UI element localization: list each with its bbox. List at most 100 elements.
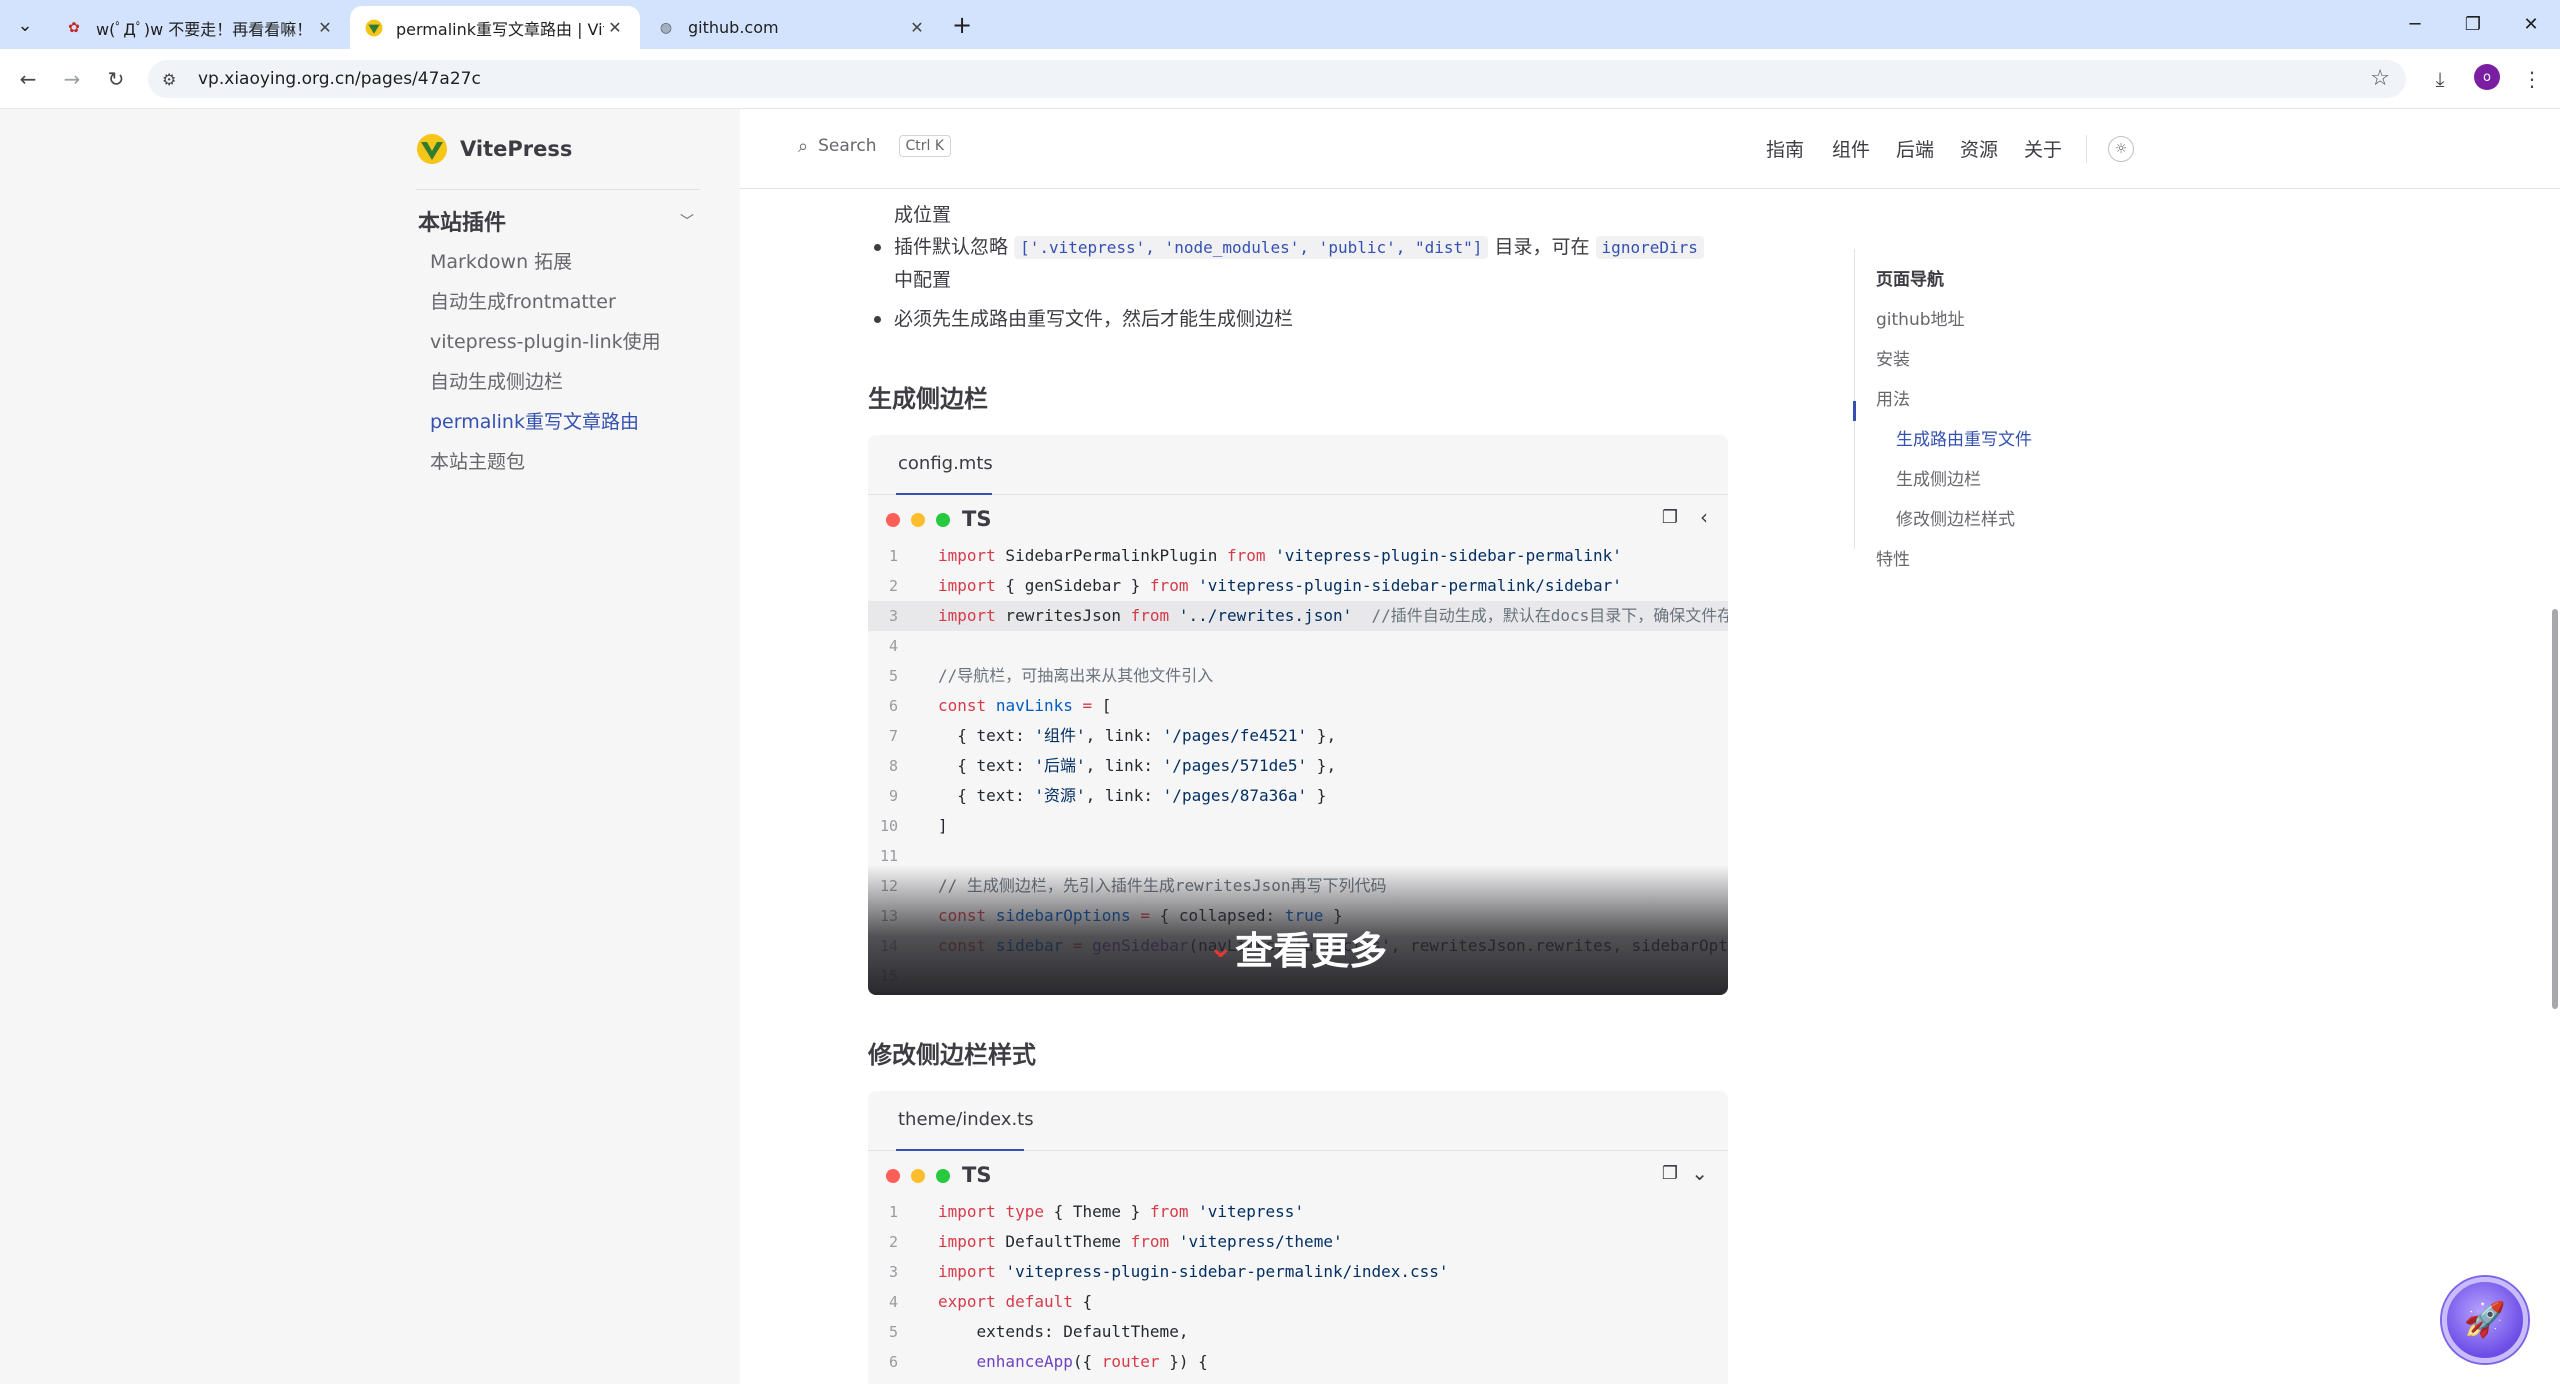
code-language: TS xyxy=(962,1163,992,1187)
outline-item[interactable]: 修改侧边栏样式 xyxy=(1896,505,2015,530)
sidebar-item-active[interactable]: permalink重写文章路由 xyxy=(430,407,639,434)
nav-divider xyxy=(2086,135,2087,163)
list-text: 必须先生成路由重写文件，然后才能生成侧边栏 xyxy=(894,308,1294,330)
list-item: 必须先生成路由重写文件，然后才能生成侧边栏 xyxy=(874,303,1714,335)
sidebar-group-title[interactable]: 本站插件 xyxy=(418,205,506,237)
list-text: 插件默认忽略 xyxy=(894,236,1009,258)
show-more-button[interactable]: ⌄ 查看更多 xyxy=(1208,920,1387,975)
search-icon: ⌕ xyxy=(798,135,809,157)
outline-item[interactable]: 特性 xyxy=(1876,545,1910,570)
chevron-left-icon[interactable]: ‹ xyxy=(1700,505,1708,529)
red-dot-icon xyxy=(886,513,900,527)
code-line: 10] xyxy=(879,816,948,835)
inline-code: ignoreDirs xyxy=(1595,236,1704,259)
code-tab-theme-index[interactable]: theme/index.ts xyxy=(898,1109,1034,1130)
page-scrollbar[interactable] xyxy=(2552,609,2558,1009)
code-collapse-overlay[interactable]: ⌄ 查看更多 xyxy=(868,865,1728,995)
code-block: config.mts TS ❐ ‹ 1 import SidebarPermali… xyxy=(868,435,1728,995)
tab-title: permalink重写文章路由 | VitePress xyxy=(396,19,604,39)
code-lines: 1 import type { Theme } from 'vitepress' … xyxy=(868,1197,1728,1377)
code-line: 5 extends: DefaultTheme, xyxy=(888,1322,1189,1341)
nav-link-components[interactable]: 组件 xyxy=(1832,135,1870,162)
code-line: 4 xyxy=(888,637,898,655)
heading-generate-sidebar: 生成侧边栏 xyxy=(868,385,988,413)
browser-tab-active[interactable]: permalink重写文章路由 | VitePress ✕ xyxy=(350,6,640,49)
nav-link-about[interactable]: 关于 xyxy=(2024,135,2062,162)
code-tabs: config.mts xyxy=(868,435,1728,495)
nav-link-guide[interactable]: 指南 xyxy=(1766,135,1804,162)
code-line: 1 import SidebarPermalinkPlugin from 'vit… xyxy=(888,546,1622,565)
search-button[interactable]: ⌕ Search Ctrl K xyxy=(798,135,952,157)
sidebar-item[interactable]: 自动生成frontmatter xyxy=(430,287,616,314)
nav-link-resources[interactable]: 资源 xyxy=(1960,135,1998,162)
show-more-label: 查看更多 xyxy=(1235,929,1388,973)
new-tab-button[interactable]: + xyxy=(948,11,976,39)
tab-close-icon[interactable]: ✕ xyxy=(314,17,336,39)
code-line: 2 import { genSidebar } from 'vitepress-p… xyxy=(888,576,1622,595)
red-dot-icon xyxy=(886,1169,900,1183)
tab-close-icon[interactable]: ✕ xyxy=(604,17,626,39)
outline-item[interactable]: github地址 xyxy=(1876,305,1965,330)
doc-content: 成位置 插件默认忽略 ['.vitepress', 'node_modules'… xyxy=(868,189,1728,1384)
outline-item-active[interactable]: 生成路由重写文件 xyxy=(1896,425,2032,450)
menu-kebab-icon[interactable]: ⋮ xyxy=(2516,63,2548,95)
copy-icon[interactable]: ❐ xyxy=(1662,507,1678,528)
chevron-down-icon: ⌄ xyxy=(1208,930,1234,965)
code-line: 5//导航栏，可抽离出来从其他文件引入 xyxy=(888,666,1214,685)
address-url[interactable]: vp.xiaoying.org.cn/pages/47a27c xyxy=(198,69,481,89)
sidebar-divider xyxy=(416,189,700,190)
list-item: 插件默认忽略 ['.vitepress', 'node_modules', 'p… xyxy=(874,231,1714,296)
green-dot-icon xyxy=(936,513,950,527)
site-info-icon[interactable]: ⚙ xyxy=(162,70,192,89)
sidebar-item[interactable]: Markdown 拓展 xyxy=(430,247,572,274)
outline-item[interactable]: 生成侧边栏 xyxy=(1896,465,1981,490)
paragraph-fragment: 成位置 xyxy=(894,204,952,226)
tab-title: w(ﾟДﾟ)w 不要走！再看看嘛！ xyxy=(96,19,313,39)
sidebar-item[interactable]: vitepress-plugin-link使用 xyxy=(430,327,661,354)
back-icon[interactable]: ← xyxy=(12,63,44,95)
download-icon[interactable]: ⤓ xyxy=(2424,63,2456,95)
browser-tab-bar: ⌄ ✿ w(ﾟДﾟ)w 不要走！再看看嘛！ ✕ permalink重写文章路由 … xyxy=(0,0,2560,49)
theme-toggle-icon[interactable]: ☼ xyxy=(2108,136,2134,162)
tab-favicon-icon: ✿ xyxy=(68,19,80,36)
code-line-highlighted: 3 import rewritesJson from '../rewrites.j… xyxy=(868,601,1728,631)
browser-tab[interactable]: ✿ w(ﾟДﾟ)w 不要走！再看看嘛！ ✕ xyxy=(50,6,350,49)
sidebar-item[interactable]: 本站主题包 xyxy=(430,447,525,474)
page-viewport: VitePress 本站插件 ﹀ Markdown 拓展 自动生成frontma… xyxy=(0,109,2560,1384)
reload-icon[interactable]: ↻ xyxy=(100,63,132,95)
code-tab-config[interactable]: config.mts xyxy=(898,453,993,474)
outline-item[interactable]: 安装 xyxy=(1876,345,1910,370)
site-brand[interactable]: VitePress xyxy=(416,133,572,165)
code-header: TS ❐ ‹ xyxy=(868,495,1728,541)
back-to-top-rocket-icon[interactable]: 🚀 xyxy=(2442,1277,2528,1363)
forward-icon[interactable]: → xyxy=(56,63,88,95)
sidebar-item[interactable]: 自动生成侧边栏 xyxy=(430,367,563,394)
code-tabs: theme/index.ts xyxy=(868,1091,1728,1151)
chevron-down-icon[interactable]: ⌄ xyxy=(1691,1161,1708,1185)
globe-icon: ◍ xyxy=(659,19,673,36)
close-window-icon[interactable]: ✕ xyxy=(2502,0,2560,49)
code-line: 9 { text: '资源', link: '/pages/87a36a' } xyxy=(888,786,1327,805)
address-bar[interactable]: ⚙ vp.xiaoying.org.cn/pages/47a27c ☆ xyxy=(148,60,2406,98)
chevron-down-icon[interactable]: ﹀ xyxy=(680,211,694,231)
browser-tab[interactable]: ◍ github.com ✕ xyxy=(642,6,942,49)
tab-search-chevron-icon[interactable]: ⌄ xyxy=(10,10,40,40)
code-line: 6 const navLinks = [ xyxy=(888,696,1112,715)
bullet-dot xyxy=(874,316,881,323)
code-line: 2 import DefaultTheme from 'vitepress/the… xyxy=(888,1232,1343,1251)
outline-active-marker xyxy=(1853,401,1856,421)
code-header: TS ❐ ⌄ xyxy=(868,1151,1728,1197)
tab-close-icon[interactable]: ✕ xyxy=(906,17,928,39)
bookmark-star-icon[interactable]: ☆ xyxy=(2370,66,2390,91)
yellow-dot-icon xyxy=(911,1169,925,1183)
heading-sidebar-style: 修改侧边栏样式 xyxy=(868,1041,1036,1069)
copy-icon[interactable]: ❐ xyxy=(1662,1163,1678,1184)
yellow-dot-icon xyxy=(911,513,925,527)
restore-icon[interactable]: ❐ xyxy=(2444,0,2502,49)
profile-avatar[interactable]: o xyxy=(2474,64,2500,90)
outline-item[interactable]: 用法 xyxy=(1876,385,1910,410)
minimize-icon[interactable]: ─ xyxy=(2386,0,2444,49)
search-label: Search xyxy=(818,136,877,156)
code-line: 4 export default { xyxy=(888,1292,1093,1311)
nav-link-backend[interactable]: 后端 xyxy=(1896,135,1934,162)
